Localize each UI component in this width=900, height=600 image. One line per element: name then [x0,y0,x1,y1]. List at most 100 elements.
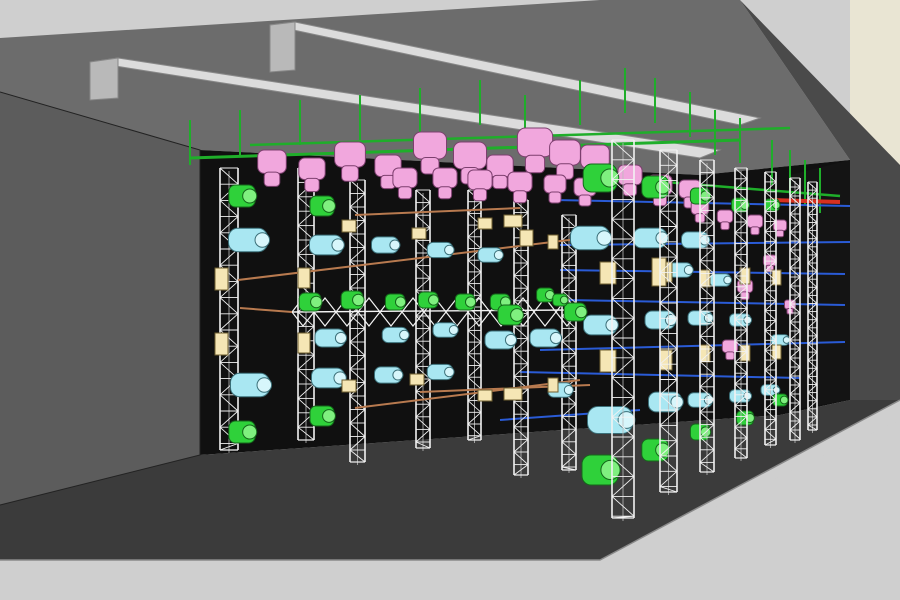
fixture-body [413,131,447,160]
fixture-head [578,194,592,207]
fixture-lens [310,295,323,309]
par-can-green [384,293,407,311]
fixture-lens [504,333,518,347]
par-can-green [641,175,671,199]
fixture-body [453,141,487,170]
fixture-lens [399,329,410,341]
fixture-lens [549,331,563,345]
par-can-green [309,405,336,427]
fixture-lens [563,385,574,395]
fixture-lens [242,188,258,204]
fixture-lens [510,308,524,322]
strobe-panel [547,377,559,393]
moving-head-cyan [228,227,271,253]
fixture-lens [394,296,407,308]
fixture-body [617,164,643,186]
strobe-panel [214,332,229,356]
par-can-green [641,438,671,462]
fixture-body [507,171,533,193]
fixture-lens [242,424,258,440]
fixture-head [750,226,760,236]
fixture-lens [600,168,620,188]
strobe-panel [297,267,311,289]
moving-head-cyan [314,328,348,348]
fixture-lens [782,336,791,344]
fixture-lens [617,411,636,429]
par-can-green [340,290,365,310]
par-can-green [536,287,555,303]
fixture-body [543,174,567,194]
strobe-panel [659,349,673,371]
fixture-lens [703,395,714,405]
strobe-panel [409,373,425,386]
moving-head-cyan [426,363,455,381]
fixture-body [467,169,493,191]
strobe-panel [599,261,617,285]
fixture-head [437,186,453,200]
fixture-head [512,190,528,204]
strobe-panel [503,214,523,228]
fixture-body [298,157,326,181]
par-can-green [454,293,477,311]
fixture-head [720,221,730,231]
moving-head-cyan [374,366,404,384]
moving-head-cyan [426,241,455,259]
fixture-lens [392,369,404,381]
fixture-lens [427,294,440,306]
moving-head-cyan [311,367,347,389]
moving-head-cyan [484,330,518,350]
fixture-body [257,149,287,174]
moving-head-cyan [381,326,410,344]
strobe-panel [341,219,357,233]
fixture-head [263,171,281,187]
fixture-body [516,127,554,158]
render-viewport[interactable] [0,0,900,600]
fixture-lens [699,190,712,202]
fixture-lens [444,244,455,256]
fixture-lens [559,295,569,305]
fixture-lens [256,377,273,393]
moving-head-cyan [309,234,345,256]
fixture-lens [322,199,336,213]
fixture-head [472,188,488,202]
fixture-lens [389,239,401,251]
fixture-head [492,174,508,190]
moving-head-cyan [230,372,273,398]
strobe-panel [547,234,559,250]
strobe-panel [599,349,617,373]
fixture-lens [703,313,714,323]
moving-head-cyan [477,247,504,263]
pipe-red [769,198,841,204]
fixture-body [334,141,366,168]
par-can-green [309,195,336,217]
par-can-green [228,184,258,208]
moving-head-cyan [529,328,563,348]
par-can-green [497,304,524,326]
fixture-lens [655,442,671,458]
par-can-green [417,291,440,309]
par-can-green [552,293,569,307]
par-can-green [228,420,258,444]
strobe-panel [297,332,311,354]
fixture-lens [254,232,271,248]
fixture-head [548,191,562,204]
fixture-head [341,165,359,182]
strobe-panel [503,387,523,401]
fixture-lens [334,331,348,345]
left-wall [0,92,200,505]
strobe-panel [519,229,534,247]
strobe-panel [411,227,427,240]
fixture-head [775,229,785,238]
fixture-body [549,139,581,166]
fixture-body [746,214,764,229]
moving-head-cyan [681,231,711,249]
fixture-lens [331,238,345,252]
fixture-head [740,291,750,301]
fixture-lens [444,366,455,378]
fixture-lens [683,265,694,275]
fixture-lens [448,325,459,335]
fixture-lens [596,230,613,246]
moving-head-cyan [587,406,636,434]
strobe-panel [477,389,493,402]
fixture-lens [352,293,365,307]
